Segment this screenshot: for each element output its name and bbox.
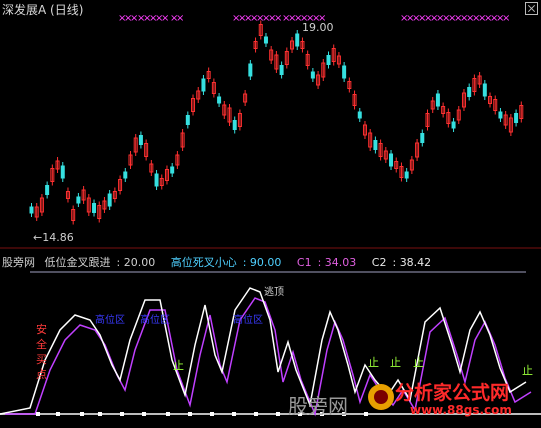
candle-body xyxy=(248,63,253,77)
low-cross-label: 低位金叉跟进: 20.00 xyxy=(44,256,156,269)
chart-canvas: ×××××××× ×× ×××××××× ××××××× ×××××××××××××××… xyxy=(0,13,541,417)
candle-body xyxy=(435,93,440,107)
candle-body xyxy=(295,33,300,47)
baseline-dot xyxy=(210,412,214,416)
candle-body xyxy=(45,185,50,195)
indicator-header: 股旁网 低位金叉跟进: 20.00 高位死叉小心: 90.00 C1: 34.0… xyxy=(2,254,443,270)
candle-body xyxy=(92,203,97,213)
candle-body xyxy=(279,65,284,75)
candle-body xyxy=(326,55,331,65)
candle-body xyxy=(154,173,159,187)
baseline-dot xyxy=(364,412,368,416)
candle-body xyxy=(232,120,237,130)
high-cross-label: 高位死叉小心: 90.00 xyxy=(170,256,282,269)
chart-window: × × × × × × × × × × × × × × × × × × × × × × × × × × × × × × × × × × × × × × × ×… xyxy=(0,0,541,428)
candle-body xyxy=(138,135,143,145)
candle-body xyxy=(498,111,503,119)
baseline-dot xyxy=(98,412,102,416)
stop-label-4: 止 xyxy=(413,356,424,369)
baseline-dot xyxy=(254,412,258,416)
candle-body xyxy=(29,206,34,214)
stop-label-3: 止 xyxy=(390,356,401,369)
candle-body xyxy=(123,171,128,179)
baseline-dot xyxy=(120,412,124,416)
zone-label: 高位区 xyxy=(140,313,170,326)
brand-name: 分析家公式网 xyxy=(395,382,510,404)
safe-buy-label: 安全买点 xyxy=(36,323,47,381)
candle-body xyxy=(404,171,409,179)
baseline-dot xyxy=(142,412,146,416)
candle-body xyxy=(514,113,519,123)
candle-body xyxy=(482,83,487,97)
zone-label: 高位区 xyxy=(233,313,263,326)
baseline-dot xyxy=(188,412,192,416)
signal-mark: × xyxy=(176,13,184,24)
candlestick-series xyxy=(29,20,524,225)
candle-body xyxy=(373,140,378,150)
signal-mark: × xyxy=(161,13,169,24)
baseline-dot xyxy=(232,412,236,416)
candle-body xyxy=(217,96,222,104)
candle-body xyxy=(451,121,456,129)
candle-body xyxy=(170,166,175,174)
brand-url: www.88gs.com xyxy=(410,403,512,417)
baseline-dot xyxy=(56,412,60,416)
candle-body xyxy=(76,196,81,204)
low-price-label: ←14.86 xyxy=(33,231,74,244)
candle-body xyxy=(185,115,190,125)
signal-mark: × xyxy=(502,13,510,24)
brand-logo-icon xyxy=(368,384,394,410)
candle-body xyxy=(420,133,425,143)
zone-label: 高位区 xyxy=(95,313,125,326)
c1-label: C1: 34.03 xyxy=(296,256,357,269)
stop-label-1: 止 xyxy=(173,359,184,372)
stop-label-2: 止 xyxy=(368,356,379,369)
c2-label: C2: 38.42 xyxy=(371,256,432,269)
candle-body xyxy=(201,78,206,92)
candle-body xyxy=(342,65,347,79)
candle-body xyxy=(357,111,362,119)
candle-body xyxy=(389,153,394,167)
candle-body xyxy=(60,165,65,179)
candle-body xyxy=(467,87,472,97)
window-title: 深发展A (日线) xyxy=(2,3,84,17)
high-price-label: 19.00 xyxy=(302,21,334,34)
candle-body xyxy=(263,36,268,44)
candle-body xyxy=(310,71,315,79)
baseline-dot xyxy=(80,412,84,416)
close-icon[interactable] xyxy=(525,2,538,15)
zone-labels: 高位区 高位区 高位区 xyxy=(95,313,263,326)
candle-body xyxy=(107,193,112,207)
baseline-dot xyxy=(276,412,280,416)
stop-label-5: 止 xyxy=(522,364,533,377)
escape-top-label: 逃顶 xyxy=(264,287,284,298)
indicator-name: 股旁网 xyxy=(2,256,35,269)
baseline-dot xyxy=(166,412,170,416)
watermark-text: 股旁网 xyxy=(288,394,348,418)
baseline-dot xyxy=(36,412,40,416)
